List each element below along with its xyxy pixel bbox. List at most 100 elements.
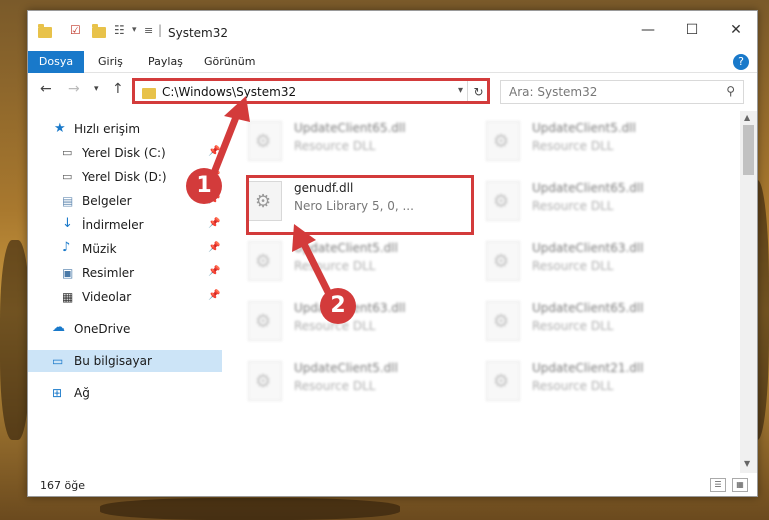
callout-1: 1 — [186, 168, 222, 204]
details-view-icon[interactable]: ☰ — [710, 478, 726, 492]
sidebar-item-label: İndirmeler — [82, 218, 144, 232]
list-item[interactable]: UpdateClient5.dll Resource DLL — [244, 355, 474, 407]
dll-file-icon — [248, 241, 282, 281]
explorer-window: ☑ ☷ ▾ ≡ | System32 — ☐ ✕ Dosya Giriş Pay… — [27, 10, 758, 497]
file-highlight-box — [246, 175, 474, 235]
view-options-icon[interactable]: ☷ — [114, 23, 125, 39]
pin-icon[interactable]: 📌 — [208, 218, 220, 229]
address-highlight-box — [132, 78, 490, 104]
list-item[interactable]: UpdateClient65.dll Resource DLL — [482, 175, 712, 227]
file-description: Resource DLL — [532, 139, 614, 153]
pin-icon[interactable]: 📌 — [208, 290, 220, 301]
file-description: Resource DLL — [294, 379, 376, 393]
sidebar-item-this-pc[interactable]: ▭ Bu bilgisayar — [28, 350, 222, 372]
computer-icon: ▭ — [52, 354, 64, 368]
search-icon[interactable]: ⚲ — [726, 84, 735, 98]
list-item[interactable]: UpdateClient63.dll Resource DLL — [482, 235, 712, 287]
recent-locations-icon[interactable]: ▾ — [94, 84, 99, 94]
file-name: UpdateClient21.dll — [532, 361, 644, 375]
drive-icon: ▭ — [62, 146, 73, 159]
dll-file-icon — [486, 361, 520, 401]
forward-arrow-icon[interactable]: → — [68, 81, 80, 97]
sidebar-item-network[interactable]: ⊞ Ağ — [28, 382, 222, 404]
tab-gorunum[interactable]: Görünüm — [194, 51, 265, 73]
scroll-down-icon[interactable]: ▼ — [744, 459, 750, 468]
file-description: Resource DLL — [532, 319, 614, 333]
customize-qa-icon[interactable]: ≡ — [144, 24, 153, 40]
status-bar: 167 öğe ☰ ▦ — [28, 473, 757, 497]
sidebar-item-label: Bu bilgisayar — [74, 354, 152, 368]
minimize-button[interactable]: — — [628, 19, 668, 41]
scroll-up-icon[interactable]: ▲ — [744, 113, 750, 122]
pin-icon[interactable]: 📌 — [208, 266, 220, 277]
sidebar-item-label: OneDrive — [74, 322, 131, 336]
file-description: Resource DLL — [532, 199, 614, 213]
star-icon: ★ — [54, 121, 66, 136]
drive-icon: ▭ — [62, 170, 73, 183]
up-arrow-icon[interactable]: ↑ — [112, 81, 124, 97]
file-name: UpdateClient65.dll — [294, 121, 406, 135]
sidebar-item-label: Belgeler — [82, 194, 132, 208]
file-name: UpdateClient63.dll — [532, 241, 644, 255]
network-icon: ⊞ — [52, 386, 63, 400]
sidebar-item-disk-c[interactable]: ▭ Yerel Disk (C:) 📌 — [28, 142, 222, 164]
background-stripe — [100, 498, 400, 520]
search-input[interactable]: Ara: System32 ⚲ — [500, 80, 744, 104]
file-description: Resource DLL — [532, 259, 614, 273]
tab-paylas[interactable]: Paylaş — [138, 51, 193, 73]
sidebar-item-videos[interactable]: ▦ Videolar 📌 — [28, 286, 222, 308]
list-item[interactable]: UpdateClient21.dll Resource DLL — [482, 355, 712, 407]
properties-icon[interactable]: ☑ — [70, 23, 81, 39]
file-description: Resource DLL — [532, 379, 614, 393]
scroll-thumb[interactable] — [743, 125, 754, 175]
sidebar-item-downloads[interactable]: ↓ İndirmeler 📌 — [28, 214, 222, 236]
chevron-down-icon[interactable]: ▾ — [132, 25, 137, 41]
sidebar-item-label: Resimler — [82, 266, 135, 280]
folder-icon — [38, 24, 52, 38]
search-placeholder: Ara: System32 — [509, 85, 598, 99]
vertical-scrollbar[interactable]: ▲ ▼ — [740, 111, 757, 473]
window-title: System32 — [168, 26, 229, 40]
large-icons-view-icon[interactable]: ▦ — [732, 478, 748, 492]
background-stripe — [0, 240, 30, 440]
dll-file-icon — [486, 301, 520, 341]
new-folder-icon[interactable] — [92, 24, 106, 38]
cloud-icon: ☁ — [52, 320, 65, 335]
help-icon[interactable]: ? — [733, 54, 749, 70]
sidebar-item-label: Ağ — [74, 386, 90, 400]
list-item[interactable]: UpdateClient63.dll Resource DLL — [244, 295, 474, 347]
file-name: UpdateClient65.dll — [532, 301, 644, 315]
callout-2: 2 — [320, 288, 356, 324]
dll-file-icon — [248, 121, 282, 161]
dll-file-icon — [486, 121, 520, 161]
sidebar-item-label: Yerel Disk (C:) — [82, 146, 166, 160]
music-icon: ♪ — [62, 240, 71, 255]
download-icon: ↓ — [62, 216, 73, 231]
sidebar-item-pictures[interactable]: ▣ Resimler 📌 — [28, 262, 222, 284]
pin-icon[interactable]: 📌 — [208, 242, 220, 253]
file-name: UpdateClient5.dll — [532, 121, 636, 135]
item-count: 167 öğe — [40, 479, 85, 492]
tab-dosya[interactable]: Dosya — [28, 51, 84, 73]
maximize-button[interactable]: ☐ — [672, 19, 712, 41]
sidebar-item-onedrive[interactable]: ☁ OneDrive — [28, 318, 222, 340]
navigation-pane: ★ Hızlı erişim ▭ Yerel Disk (C:) 📌 ▭ Yer… — [28, 111, 222, 471]
close-button[interactable]: ✕ — [716, 19, 756, 41]
list-item[interactable]: UpdateClient5.dll Resource DLL — [482, 115, 712, 167]
file-description: Resource DLL — [294, 259, 376, 273]
list-item[interactable]: UpdateClient65.dll Resource DLL — [244, 115, 474, 167]
dll-file-icon — [248, 301, 282, 341]
file-name: UpdateClient5.dll — [294, 361, 398, 375]
list-item[interactable]: UpdateClient5.dll Resource DLL — [244, 235, 474, 287]
videos-icon: ▦ — [62, 290, 74, 304]
sidebar-item-quick-access[interactable]: ★ Hızlı erişim — [28, 118, 222, 140]
pictures-icon: ▣ — [62, 266, 74, 280]
sidebar-item-label: Yerel Disk (D:) — [82, 170, 167, 184]
pin-icon[interactable]: 📌 — [208, 146, 220, 157]
ribbon-tabs: Dosya Giriş Paylaş Görünüm ? — [28, 51, 757, 73]
back-arrow-icon[interactable]: ← — [40, 81, 52, 97]
sidebar-item-label: Hızlı erişim — [74, 122, 141, 136]
sidebar-item-music[interactable]: ♪ Müzik 📌 — [28, 238, 222, 260]
tab-giris[interactable]: Giriş — [88, 51, 133, 73]
list-item[interactable]: UpdateClient65.dll Resource DLL — [482, 295, 712, 347]
